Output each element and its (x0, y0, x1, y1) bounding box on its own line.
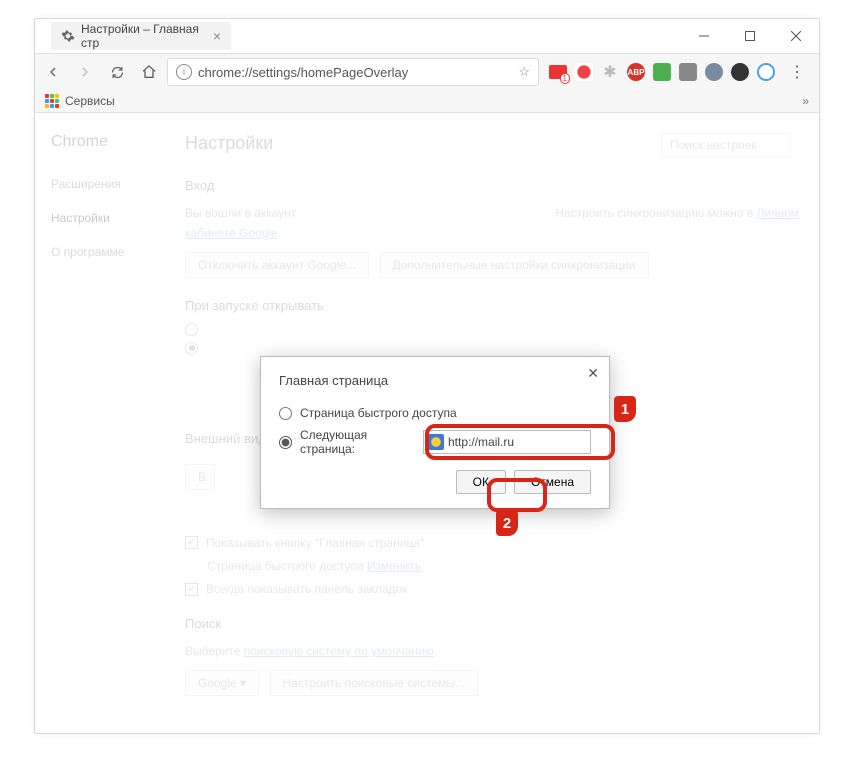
sync-text: Настроить синхронизацию можно в (555, 206, 756, 220)
site-info-icon[interactable]: i (176, 64, 192, 80)
default-search-link[interactable]: поисковую систему по умолчанию (244, 644, 434, 658)
opera-icon[interactable] (575, 63, 593, 81)
radio-label: Следующая страница: (300, 428, 415, 456)
show-bookmarks-checkbox-label[interactable]: Всегда показывать панель закладок (206, 582, 407, 596)
url-text: chrome://settings/homePageOverlay (198, 65, 512, 80)
chrome-menu-button[interactable]: ⋮ (783, 58, 811, 86)
vk-icon[interactable] (705, 63, 723, 81)
settings-search[interactable]: Поиск настроек (661, 133, 791, 157)
reload-button[interactable] (103, 58, 131, 86)
sidebar-item-settings[interactable]: Настройки (51, 211, 185, 225)
radio-label: Страница быстрого доступа (300, 406, 457, 420)
gmail-icon[interactable] (549, 65, 567, 79)
url-value: http://mail.ru (448, 435, 514, 449)
back-button[interactable] (39, 58, 67, 86)
radio-specific-page[interactable]: Следующая страница: http://mail.ru (279, 428, 591, 456)
block-icon[interactable] (731, 63, 749, 81)
themes-button[interactable]: В (185, 464, 215, 490)
green-ext-icon[interactable] (653, 63, 671, 81)
checkbox-icon: ✓ (185, 583, 198, 596)
abp-icon[interactable]: ABP (627, 63, 645, 81)
window-minimize-button[interactable] (681, 21, 727, 51)
section-startup-title: При запуске открывать (185, 298, 799, 313)
radio-icon (185, 323, 198, 336)
homepage-url-input[interactable]: http://mail.ru (423, 430, 591, 454)
toolbar: i chrome://settings/homePageOverlay ☆ ✱ … (35, 53, 819, 90)
change-link[interactable]: Изменить (367, 559, 421, 573)
apps-shortcut[interactable]: Сервисы (45, 94, 115, 108)
window-maximize-button[interactable] (727, 21, 773, 51)
tab-settings[interactable]: Настройки – Главная стр × (51, 22, 231, 50)
mailru-favicon (428, 434, 444, 450)
checkbox-icon: ✓ (185, 536, 198, 549)
advanced-sync-button[interactable]: Дополнительные настройки синхронизации (380, 252, 649, 278)
dialog-title: Главная страница (279, 373, 591, 388)
extension-icons: ✱ ABP (543, 63, 775, 81)
section-search-title: Поиск (185, 616, 799, 631)
radio-input[interactable] (279, 407, 292, 420)
sidebar-item-extensions[interactable]: Расширения (51, 177, 185, 191)
bookmarks-overflow-icon[interactable]: » (802, 94, 809, 108)
radio-icon (185, 342, 198, 355)
paw-icon[interactable]: ✱ (601, 63, 619, 81)
eye-icon[interactable] (757, 63, 775, 81)
tab-title: Настройки – Главная стр (81, 22, 207, 50)
annotation-number-1: 1 (614, 396, 636, 422)
apps-grid-icon (45, 94, 59, 108)
window-close-button[interactable] (773, 21, 819, 51)
tab-close-button[interactable]: × (213, 28, 221, 44)
dialog-close-button[interactable]: ✕ (587, 365, 599, 382)
section-signin-title: Вход (185, 178, 799, 193)
ok-button[interactable]: ОК (456, 470, 506, 494)
gear-icon (61, 29, 75, 43)
brand-title: Chrome (51, 133, 185, 151)
quick-access-text: Страница быстрого доступа (207, 559, 364, 573)
annotation-number-2: 2 (496, 510, 518, 536)
search-engine-select[interactable]: Google ▾ (185, 670, 259, 696)
address-bar[interactable]: i chrome://settings/homePageOverlay ☆ (167, 58, 539, 86)
disconnect-google-button[interactable]: Отключить аккаунт Google... (185, 252, 369, 278)
settings-sidebar: Chrome Расширения Настройки О программе (35, 133, 185, 705)
cancel-button[interactable]: Отмена (514, 470, 591, 494)
home-button[interactable] (135, 58, 163, 86)
google-account-link[interactable]: кабинете Google (185, 226, 278, 240)
choose-text: Выберите (185, 644, 244, 658)
apps-label: Сервисы (65, 94, 115, 108)
home-page-dialog: ✕ Главная страница Страница быстрого дос… (260, 356, 610, 509)
bookmark-star-icon[interactable]: ☆ (518, 64, 530, 80)
show-home-checkbox-label[interactable]: Показывать кнопку "Главная страница" (206, 536, 424, 550)
manage-search-button[interactable]: Настроить поисковые системы... (270, 670, 479, 696)
forward-button[interactable] (71, 58, 99, 86)
radio-input[interactable] (279, 436, 292, 449)
signin-text: Вы вошли в аккаунт (185, 206, 296, 220)
personal-link[interactable]: Личном (757, 206, 799, 220)
grey-ext-icon[interactable] (679, 63, 697, 81)
radio-quick-access[interactable]: Страница быстрого доступа (279, 406, 591, 420)
sidebar-item-about[interactable]: О программе (51, 245, 185, 259)
bookmarks-bar: Сервисы » (35, 90, 819, 113)
